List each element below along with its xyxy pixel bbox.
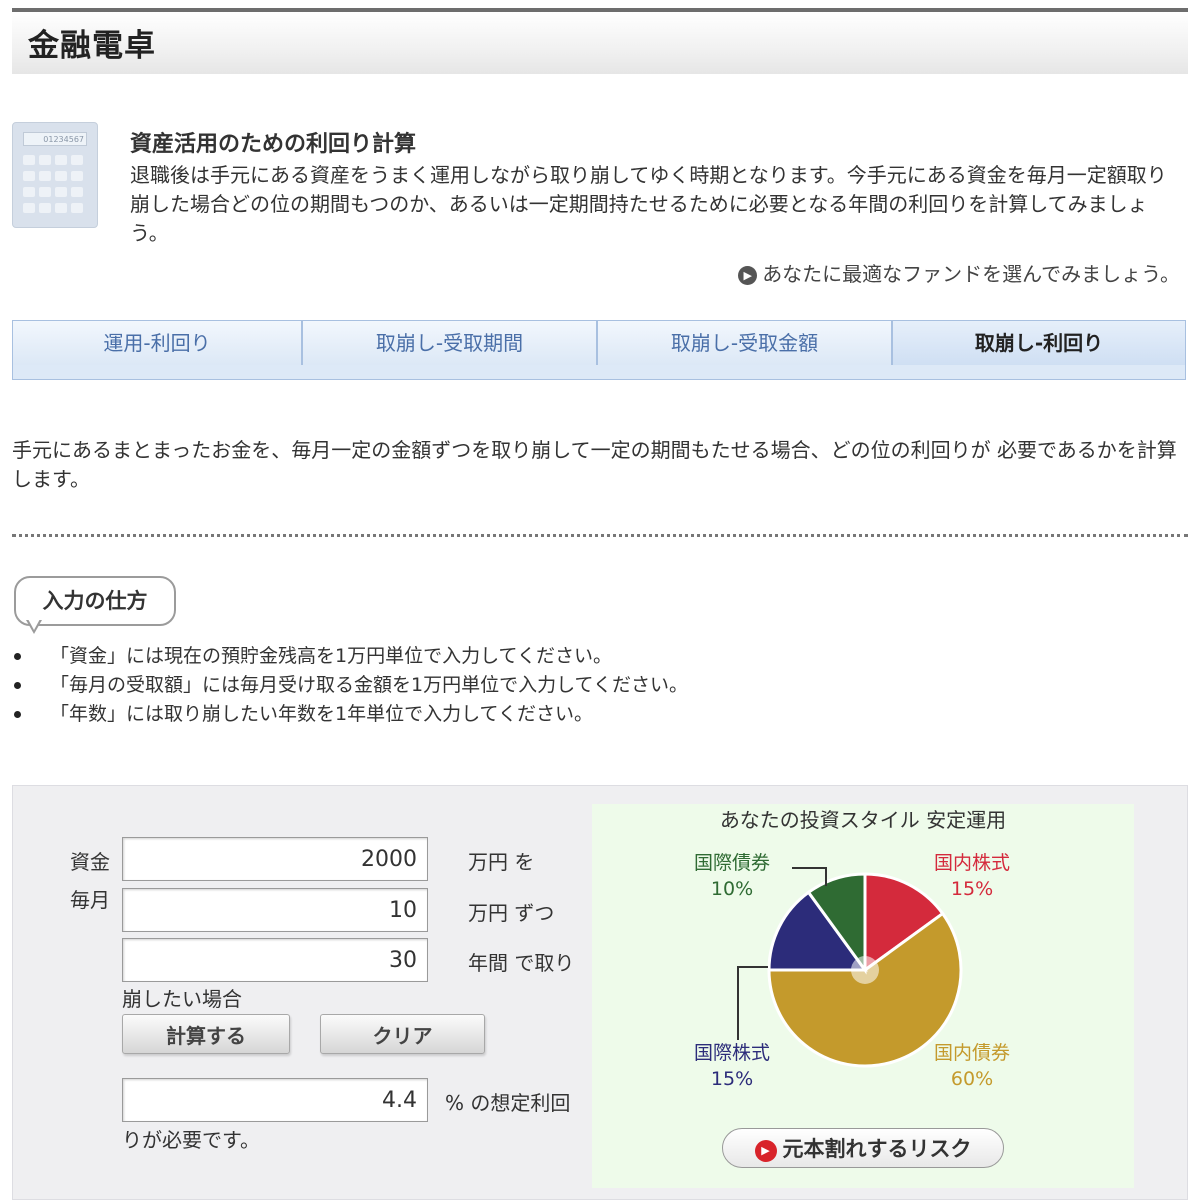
clear-button[interactable]: クリア	[320, 1014, 485, 1054]
instruction-item: 「年数」には取り崩したい年数を1年単位で入力してください。	[12, 700, 688, 729]
principal-loss-risk-button[interactable]: ▶ 元本割れするリスク	[722, 1128, 1004, 1168]
pie-center-highlight	[851, 956, 879, 984]
play-icon: ▶	[754, 1140, 777, 1162]
monthly-input[interactable]	[122, 888, 428, 932]
label-domestic-stocks-name: 国内株式	[934, 852, 1011, 874]
label-domestic-stocks-pct: 15%	[950, 878, 994, 900]
label-domestic-bonds: 国内債券 60%	[934, 1040, 1010, 1092]
fund-selector-link[interactable]: ▶ あなたに最適なファンドを選んでみましょう。	[738, 258, 1180, 287]
label-intl-stocks: 国際株式 15%	[694, 1040, 770, 1092]
description: 手元にあるまとまったお金を、毎月一定の金額ずつを取り崩して一定の期間もたせる場合…	[12, 438, 1177, 491]
label-intl-bonds-name: 国際債券	[694, 852, 771, 874]
tab-investment-yield[interactable]: 運用-利回り	[13, 321, 303, 365]
instructions-list: 「資金」には現在の預貯金残高を1万円単位で入力してください。 「毎月の受取額」に…	[12, 642, 688, 729]
tab-withdraw-amount[interactable]: 取崩し-受取金額	[598, 321, 893, 365]
intro-text: 退職後は手元にある資産をうまく運用しながら取り崩してゆく時期となります。今手元に…	[130, 163, 1167, 245]
label-intl-stocks-pct: 15%	[710, 1068, 754, 1090]
years-suffix: 崩したい場合	[122, 987, 242, 1011]
intro-heading: 資産活用のための利回り計算	[130, 132, 417, 157]
label-intl-stocks-name: 国際株式	[694, 1042, 771, 1064]
years-input[interactable]	[122, 938, 428, 982]
tab-withdraw-yield[interactable]: 取崩し-利回り	[893, 321, 1185, 365]
tab-withdraw-period[interactable]: 取崩し-受取期間	[303, 321, 598, 365]
result-suffix: りが必要です。	[122, 1128, 260, 1152]
calculator-icon-screen: 01234567	[23, 132, 87, 146]
page-title: 金融電卓	[28, 28, 156, 64]
calculate-button[interactable]: 計算する	[122, 1014, 290, 1054]
pie-chart	[737, 867, 963, 1068]
instruction-item: 「毎月の受取額」には毎月受け取る金額を1万円単位で入力してください。	[12, 671, 688, 700]
result-output[interactable]	[122, 1078, 428, 1122]
instruction-item: 「資金」には現在の預貯金残高を1万円単位で入力してください。	[12, 642, 688, 671]
label-domestic-bonds-name: 国内債券	[934, 1042, 1011, 1064]
years-unit: 年間 で取り	[468, 951, 575, 975]
fund-label: 資金	[70, 850, 110, 874]
leader-line-intl-stocks	[737, 966, 768, 1040]
fund-input[interactable]	[122, 837, 428, 881]
header-bar	[12, 12, 1188, 74]
monthly-unit: 万円 ずつ	[468, 901, 555, 925]
label-domestic-bonds-pct: 60%	[950, 1068, 994, 1090]
arrow-right-icon: ▶	[738, 266, 758, 285]
bubble-tail-inner	[28, 619, 40, 630]
label-intl-bonds-pct: 10%	[710, 878, 754, 900]
principal-loss-risk-label: 元本割れするリスク	[782, 1137, 972, 1161]
label-domestic-stocks: 国内株式 15%	[934, 850, 1010, 902]
fund-unit: 万円 を	[468, 850, 535, 874]
monthly-label: 毎月	[70, 888, 110, 912]
chart-title: あなたの投資スタイル 安定運用	[719, 808, 1007, 832]
calculator-icon-keys	[23, 155, 89, 219]
result-unit: % の想定利回	[445, 1091, 571, 1115]
dotted-divider	[12, 534, 1188, 537]
calculator-icon: 01234567	[12, 122, 98, 228]
label-intl-bonds: 国際債券 10%	[694, 850, 770, 902]
fund-selector-link-label: あなたに最適なファンドを選んでみましょう。	[762, 262, 1180, 286]
